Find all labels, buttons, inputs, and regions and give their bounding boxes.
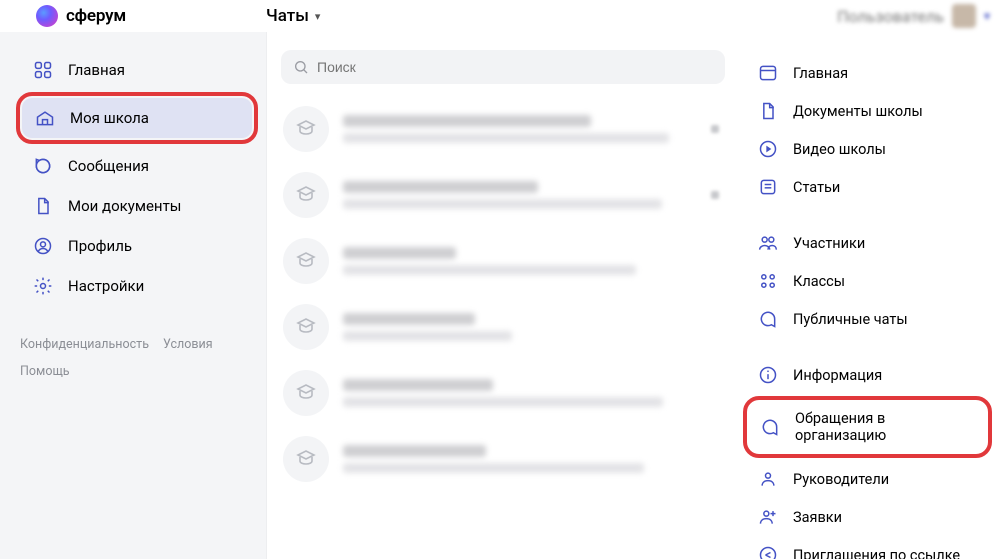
user-name-blur: Пользователь bbox=[837, 7, 944, 26]
chat-list-item[interactable] bbox=[281, 294, 725, 360]
submenu-label: Обращения в организацию bbox=[795, 410, 976, 444]
footer-link-help[interactable]: Помощь bbox=[20, 361, 70, 384]
article-icon bbox=[757, 176, 779, 198]
submenu-school-docs[interactable]: Документы школы bbox=[747, 92, 988, 130]
search-input[interactable] bbox=[317, 59, 713, 75]
submenu-label: Публичные чаты bbox=[793, 311, 908, 328]
search-box[interactable] bbox=[281, 50, 725, 84]
share-icon bbox=[757, 544, 779, 559]
highlight-box: Обращения в организацию bbox=[743, 396, 992, 458]
sidebar-item-home[interactable]: Главная bbox=[20, 50, 254, 90]
submenu-label: Классы bbox=[793, 273, 845, 290]
chat-panel bbox=[266, 32, 739, 559]
profile-icon bbox=[32, 235, 54, 257]
chat-list-item[interactable] bbox=[281, 426, 725, 492]
submenu-articles[interactable]: Статьи bbox=[747, 168, 988, 206]
sidebar-item-settings[interactable]: Настройки bbox=[20, 266, 254, 306]
sidebar-item-profile[interactable]: Профиль bbox=[20, 226, 254, 266]
chat-list-item[interactable] bbox=[281, 162, 725, 228]
submenu-label: Заявки bbox=[793, 509, 842, 526]
class-icon bbox=[757, 270, 779, 292]
brand-name: сферум bbox=[66, 6, 126, 26]
submenu-public-chats[interactable]: Публичные чаты bbox=[747, 300, 988, 338]
chat-avatar bbox=[283, 106, 329, 152]
section-title: Чаты bbox=[266, 6, 309, 26]
submenu-label: Приглашения по ссылке bbox=[793, 547, 960, 559]
sidebar-footer: Конфиденциальность Условия Помощь bbox=[20, 334, 254, 383]
chat-outline-icon bbox=[759, 416, 781, 438]
submenu-label: Видео школы bbox=[793, 141, 886, 158]
chat-list-item[interactable] bbox=[281, 360, 725, 426]
chat-avatar bbox=[283, 172, 329, 218]
highlight-box: Моя школа bbox=[16, 92, 258, 144]
document-icon bbox=[757, 100, 779, 122]
chat-meta bbox=[711, 125, 719, 133]
chat-avatar bbox=[283, 238, 329, 284]
sidebar-item-messages[interactable]: Сообщения bbox=[20, 146, 254, 186]
sidebar: Главная Моя школа Сообщения bbox=[0, 32, 266, 559]
submenu-home[interactable]: Главная bbox=[747, 54, 988, 92]
user-menu[interactable]: Пользователь ▾ bbox=[837, 4, 990, 28]
sidebar-item-label: Сообщения bbox=[68, 157, 149, 175]
avatar bbox=[952, 4, 976, 28]
submenu-classes[interactable]: Классы bbox=[747, 262, 988, 300]
submenu-members[interactable]: Участники bbox=[747, 224, 988, 262]
sidebar-item-label: Главная bbox=[68, 61, 125, 79]
sidebar-item-label: Моя школа bbox=[70, 109, 149, 127]
chat-icon bbox=[757, 308, 779, 330]
submenu-org-requests[interactable]: Обращения в организацию bbox=[749, 402, 986, 452]
chat-meta bbox=[711, 191, 719, 199]
chat-list-item[interactable] bbox=[281, 96, 725, 162]
submenu-label: Участники bbox=[793, 235, 865, 252]
submenu-invite-links[interactable]: Приглашения по ссылке bbox=[747, 536, 988, 559]
sidebar-item-label: Мои документы bbox=[68, 197, 181, 215]
chat-list bbox=[281, 96, 725, 492]
leader-icon bbox=[757, 468, 779, 490]
footer-link-terms[interactable]: Условия bbox=[163, 334, 213, 357]
submenu-label: Руководители bbox=[793, 471, 889, 488]
window-icon bbox=[757, 62, 779, 84]
submenu-label: Информация bbox=[793, 367, 882, 384]
app-header: сферум Чаты ▾ Пользователь ▾ bbox=[0, 0, 1000, 32]
sidebar-item-my-school[interactable]: Моя школа bbox=[22, 98, 252, 138]
chat-avatar bbox=[283, 304, 329, 350]
grid-icon bbox=[32, 59, 54, 81]
info-icon bbox=[757, 364, 779, 386]
brand: сферум bbox=[36, 5, 266, 27]
submenu-label: Главная bbox=[793, 65, 848, 82]
sidebar-item-label: Настройки bbox=[68, 277, 144, 295]
submenu-info[interactable]: Информация bbox=[747, 356, 988, 394]
chevron-down-icon: ▾ bbox=[315, 10, 321, 23]
search-icon bbox=[293, 59, 309, 75]
sidebar-item-documents[interactable]: Мои документы bbox=[20, 186, 254, 226]
user-plus-icon bbox=[757, 506, 779, 528]
school-submenu: Главная Документы школы Видео школы Стат… bbox=[739, 32, 1000, 559]
chat-avatar bbox=[283, 436, 329, 482]
section-dropdown[interactable]: Чаты ▾ bbox=[266, 6, 320, 26]
chat-icon bbox=[32, 155, 54, 177]
submenu-applications[interactable]: Заявки bbox=[747, 498, 988, 536]
submenu-label: Документы школы bbox=[793, 103, 923, 120]
submenu-label: Статьи bbox=[793, 179, 840, 196]
chevron-down-icon: ▾ bbox=[984, 9, 990, 23]
submenu-leaders[interactable]: Руководители bbox=[747, 460, 988, 498]
chat-avatar bbox=[283, 370, 329, 416]
school-icon bbox=[34, 107, 56, 129]
chat-list-item[interactable] bbox=[281, 228, 725, 294]
footer-link-privacy[interactable]: Конфиденциальность bbox=[20, 334, 149, 357]
submenu-school-video[interactable]: Видео школы bbox=[747, 130, 988, 168]
users-icon bbox=[757, 232, 779, 254]
brand-logo-icon bbox=[36, 5, 58, 27]
play-circle-icon bbox=[757, 138, 779, 160]
sidebar-item-label: Профиль bbox=[68, 237, 132, 255]
document-icon bbox=[32, 195, 54, 217]
gear-icon bbox=[32, 275, 54, 297]
